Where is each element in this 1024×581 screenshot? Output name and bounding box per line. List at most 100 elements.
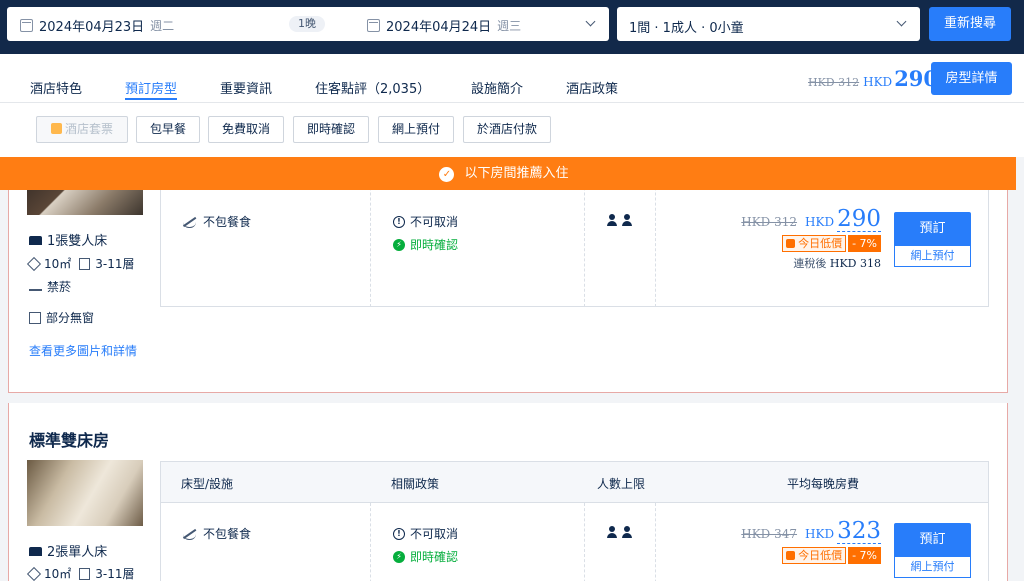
filter-instant-confirm[interactable]: 即時確認 — [293, 116, 369, 143]
checkin-date[interactable]: 2024年04月23日 週二 — [20, 16, 174, 35]
floor-text: 3-11層 — [95, 257, 135, 271]
filter-bar: 酒店套票 包早餐 免費取消 即時確認 網上預付 於酒店付款 — [0, 103, 1024, 157]
book-button[interactable]: 預訂 — [894, 212, 971, 245]
window-icon — [29, 311, 41, 324]
price-currency: HKD — [805, 527, 835, 541]
book-button[interactable]: 預訂 — [894, 523, 971, 556]
no-meal-icon — [183, 215, 196, 228]
filter-breakfast[interactable]: 包早餐 — [136, 116, 200, 143]
no-meal-icon — [183, 527, 196, 540]
tab-hotel-policy[interactable]: 酒店政策 — [566, 78, 618, 97]
filter-pay-at-hotel[interactable]: 於酒店付款 — [463, 116, 551, 143]
header-avg-price: 平均每晚房費 — [787, 477, 860, 491]
meal-info: 不包餐食 — [183, 525, 251, 542]
price-amount[interactable]: 323 — [837, 519, 881, 544]
nights-badge: 1晚 — [289, 16, 325, 32]
tax-amount: HKD 318 — [829, 257, 881, 270]
bed-icon — [29, 234, 42, 245]
person-icon — [607, 214, 617, 226]
tab-hotel-features[interactable]: 酒店特色 — [30, 78, 82, 97]
original-price: HKD 312 — [741, 215, 798, 229]
filter-hotel-package[interactable]: 酒店套票 — [36, 116, 128, 143]
cancel-text: 不可取消 — [410, 215, 459, 229]
room-smoking: 禁菸 — [29, 278, 71, 295]
building-icon — [79, 567, 91, 580]
instant-text: 即時確認 — [410, 550, 459, 564]
bed-icon — [29, 545, 42, 556]
person-icon — [622, 214, 632, 226]
room-details-button[interactable]: 房型詳情 — [931, 62, 1012, 95]
bed-text: 1張雙人床 — [47, 234, 108, 249]
prepay-online-button[interactable]: 網上預付 — [894, 556, 971, 578]
smoking-text: 禁菸 — [47, 280, 72, 294]
lightning-icon: ⚡ — [393, 550, 405, 563]
person-icon — [622, 526, 632, 538]
instant-text: 即時確認 — [410, 238, 459, 252]
checkout-weekday: 週三 — [497, 19, 522, 33]
header-price: HKD 312 HKD 290 — [808, 66, 938, 91]
instant-confirm: ⚡ 即時確認 — [393, 548, 458, 565]
area-icon — [26, 256, 42, 271]
tab-facilities[interactable]: 設施簡介 — [471, 78, 523, 97]
price-currency: HKD — [805, 215, 835, 229]
header-bed-facilities: 床型/設施 — [181, 477, 234, 491]
info-icon: ! — [393, 215, 405, 228]
tax-label: 連稅後 — [793, 257, 827, 270]
rate-table-header: 床型/設施 相關政策 人數上限 平均每晚房費 — [161, 462, 988, 503]
rate-table: 床型/設施 相關政策 人數上限 平均每晚房費 不包餐食 ! 不可取消 ⚡ 即時確認 … — [160, 461, 989, 581]
meal-info: 不包餐食 — [183, 213, 251, 230]
tab-book-rooms[interactable]: 預訂房型 — [125, 78, 178, 100]
discount-badge: - 7% — [848, 235, 881, 252]
building-icon — [79, 257, 91, 270]
checkout-date-text: 2024年04月24日 — [386, 20, 492, 35]
section-tabs: 酒店特色 預訂房型 重要資訊 住客點評（2,035） 設施簡介 酒店政策 HKD… — [0, 54, 1024, 103]
tab-important-info[interactable]: 重要資訊 — [220, 78, 272, 97]
deal-badge: 今日低價 — [782, 235, 847, 252]
room-bed: 2張單人床 — [29, 541, 107, 560]
calendar-icon — [367, 19, 380, 32]
banner-text: 以下房間推薦入住 — [464, 166, 569, 181]
guest-text: 1間 · 1成人 · 0小童 — [629, 21, 744, 36]
room-name: 標準雙床房 — [29, 431, 110, 450]
room-photo[interactable] — [27, 460, 143, 526]
chevron-down-icon — [585, 16, 596, 27]
header-original-price: HKD 312 — [808, 76, 860, 89]
room-price: HKD 312 HKD 290 今日低價 - 7% 連稅後 HKD 318 — [741, 207, 881, 271]
chevron-down-icon — [896, 16, 907, 27]
checkin-weekday: 週二 — [150, 19, 175, 33]
more-photos-link[interactable]: 查看更多圖片和詳情 — [29, 342, 137, 359]
room-price: HKD 347 HKD 323 今日低價 - 7% — [741, 519, 881, 564]
calendar-icon — [20, 19, 33, 32]
room-size-floor: 10㎡ 3-11層 — [26, 255, 135, 272]
meal-text: 不包餐食 — [203, 527, 252, 541]
max-guests — [607, 526, 637, 538]
header-currency: HKD — [863, 75, 893, 89]
cancel-policy[interactable]: ! 不可取消 — [393, 525, 458, 542]
deal-label: 今日低價 — [798, 549, 843, 562]
area-text: 10㎡ — [44, 257, 72, 271]
floor-text: 3-11層 — [95, 567, 135, 581]
price-amount[interactable]: 290 — [837, 207, 881, 232]
room-list: 1張雙人床 10㎡ 3-11層 禁菸 部分無窗 查看更多圖片和詳情 不包餐食 !… — [8, 157, 1008, 581]
tab-reviews[interactable]: 住客點評（2,035） — [315, 78, 430, 97]
cancel-policy[interactable]: ! 不可取消 — [393, 213, 458, 230]
info-icon: ! — [393, 527, 405, 540]
room-window: 部分無窗 — [29, 309, 94, 326]
prepay-online-button[interactable]: 網上預付 — [894, 245, 971, 267]
recommend-banner: ✓ 以下房間推薦入住 — [0, 157, 1016, 190]
check-circle-icon: ✓ — [439, 167, 455, 182]
room-size-floor: 10㎡ 3-11層 — [26, 565, 135, 581]
guest-selector[interactable]: 1間 · 1成人 · 0小童 — [617, 7, 920, 41]
meal-text: 不包餐食 — [203, 215, 252, 229]
search-button[interactable]: 重新搜尋 — [929, 7, 1011, 41]
no-smoking-icon — [29, 283, 42, 291]
package-icon — [50, 123, 62, 134]
filter-label: 酒店套票 — [64, 122, 113, 136]
checkin-date-text: 2024年04月23日 — [39, 20, 145, 35]
bed-text: 2張單人床 — [47, 545, 108, 560]
original-price: HKD 347 — [741, 527, 798, 541]
filter-prepay-online[interactable]: 網上預付 — [378, 116, 454, 143]
date-picker[interactable]: 2024年04月23日 週二 1晚 2024年04月24日 週三 — [7, 7, 609, 41]
filter-free-cancel[interactable]: 免費取消 — [208, 116, 284, 143]
checkout-date[interactable]: 2024年04月24日 週三 — [367, 16, 521, 35]
